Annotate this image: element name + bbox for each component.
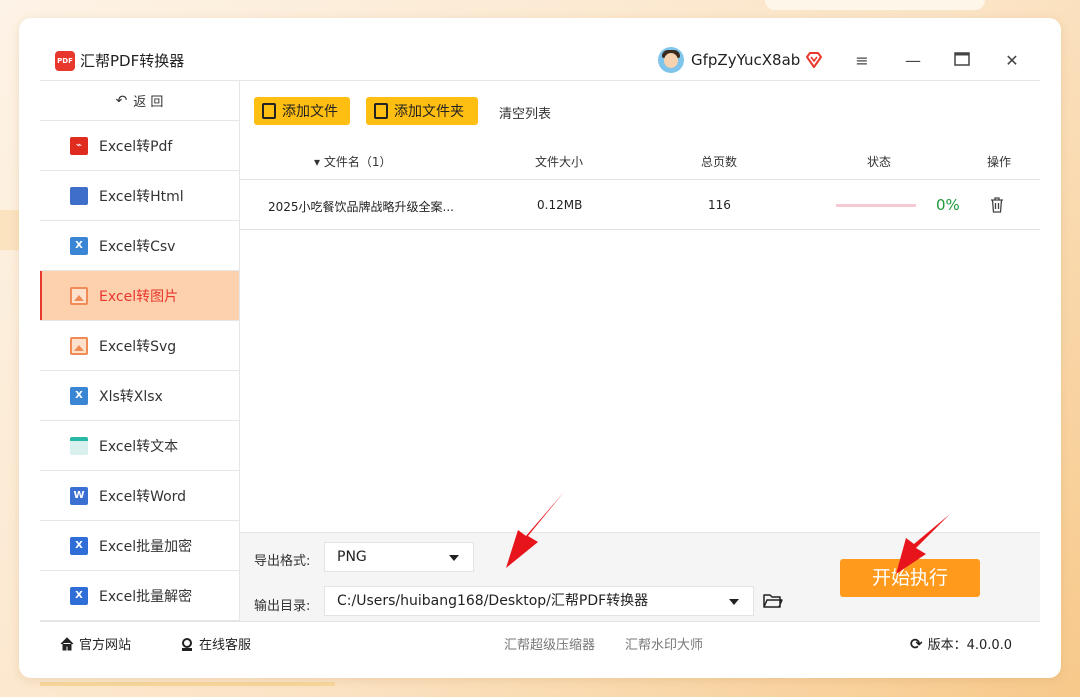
- sidebar: ↶ 返 回 ⌁ Excel转Pdf Excel转Html X Excel转Csv…: [40, 81, 240, 621]
- folder-add-icon: [374, 103, 388, 119]
- format-label: 导出格式:: [254, 554, 311, 569]
- sidebar-item-label: Excel转Html: [99, 188, 184, 205]
- add-file-label: 添加文件: [282, 104, 338, 120]
- maximize-icon[interactable]: [953, 52, 971, 70]
- page-count: 116: [708, 198, 731, 212]
- background-decoration: [765, 0, 985, 10]
- excel-icon: X: [70, 236, 88, 255]
- back-label: 返 回: [133, 95, 164, 110]
- start-button[interactable]: 开始执行: [840, 559, 980, 597]
- back-arrow-icon: ↶: [115, 92, 128, 109]
- sidebar-item-excel-to-text[interactable]: Excel转文本: [40, 421, 239, 471]
- header-size: 文件大小: [535, 155, 584, 169]
- sidebar-item-excel-encrypt[interactable]: X Excel批量加密: [40, 521, 239, 571]
- headset-icon: [182, 637, 192, 651]
- header-pages: 总页数: [701, 155, 738, 169]
- footer: 官方网站 在线客服 汇帮超级压缩器 汇帮水印大师 ⟳ 版本：4.0.0.0: [40, 621, 1040, 661]
- text-icon: [70, 436, 88, 455]
- toolbar: 添加文件 添加文件夹 清空列表: [240, 81, 1040, 134]
- header-name: 文件名（1）: [323, 155, 392, 169]
- progress-bar: [836, 204, 916, 207]
- word-icon: W: [70, 486, 88, 505]
- sidebar-item-label: Excel批量加密: [99, 538, 193, 555]
- background-decoration: [40, 682, 335, 686]
- sidebar-item-excel-decrypt[interactable]: X Excel批量解密: [40, 571, 239, 621]
- format-select[interactable]: PNG: [324, 542, 474, 572]
- file-name: 2025小吃餐饮品牌战略升级全案...: [268, 200, 454, 214]
- menu-icon[interactable]: ≡: [853, 52, 871, 70]
- xls-icon: X: [70, 586, 88, 605]
- version-info: ⟳ 版本：4.0.0.0: [910, 634, 1013, 654]
- compressor-link[interactable]: 汇帮超级压缩器: [504, 634, 595, 653]
- output-dir-select[interactable]: C:/Users/huibang168/Desktop/汇帮PDF转换器: [324, 586, 754, 616]
- format-value: PNG: [337, 549, 367, 565]
- clear-list-button[interactable]: 清空列表: [499, 103, 551, 122]
- chevron-down-icon: [729, 599, 739, 605]
- header-action: 操作: [987, 155, 1012, 169]
- sidebar-item-excel-to-csv[interactable]: X Excel转Csv: [40, 221, 239, 271]
- support-label: 在线客服: [199, 638, 252, 653]
- back-button[interactable]: ↶ 返 回: [40, 81, 239, 121]
- watermark-link[interactable]: 汇帮水印大师: [625, 634, 703, 653]
- sidebar-item-label: Excel转Pdf: [99, 138, 173, 155]
- html-icon: [70, 186, 88, 205]
- support-link[interactable]: 在线客服: [180, 634, 251, 653]
- app-logo-icon: PDF: [55, 51, 75, 71]
- sidebar-item-xls-to-xlsx[interactable]: X Xls转Xlsx: [40, 371, 239, 421]
- file-size: 0.12MB: [537, 198, 583, 212]
- website-link[interactable]: 官方网站: [60, 634, 131, 653]
- pdf-icon: ⌁: [70, 136, 88, 155]
- sidebar-item-label: Xls转Xlsx: [99, 388, 163, 405]
- vip-diamond-icon[interactable]: [805, 51, 823, 69]
- sidebar-item-excel-to-word[interactable]: W Excel转Word: [40, 471, 239, 521]
- image-icon: [70, 336, 88, 355]
- sidebar-item-excel-to-pdf[interactable]: ⌁ Excel转Pdf: [40, 121, 239, 171]
- version-label: 版本：4.0.0.0: [927, 638, 1013, 653]
- table-row[interactable]: 2025小吃餐饮品牌战略升级全案... 0.12MB 116 0%: [240, 180, 1040, 230]
- add-file-button[interactable]: 添加文件: [254, 97, 350, 125]
- username[interactable]: GfpZyYucX8ab: [691, 50, 800, 70]
- add-folder-label: 添加文件夹: [394, 104, 464, 120]
- sidebar-item-label: Excel转Csv: [99, 238, 176, 255]
- sidebar-item-label: Excel转图片: [99, 288, 179, 305]
- close-icon[interactable]: ✕: [1003, 52, 1021, 70]
- trash-icon[interactable]: [990, 197, 1004, 213]
- sidebar-item-excel-to-svg[interactable]: Excel转Svg: [40, 321, 239, 371]
- sidebar-item-excel-to-html[interactable]: Excel转Html: [40, 171, 239, 221]
- sidebar-item-excel-to-image[interactable]: Excel转图片: [40, 271, 239, 321]
- header-status: 状态: [867, 155, 892, 169]
- minimize-icon[interactable]: —: [904, 52, 922, 70]
- progress-percent: 0%: [936, 196, 960, 214]
- sidebar-item-label: Excel转Svg: [99, 338, 177, 355]
- file-list-area[interactable]: [240, 230, 1040, 532]
- home-icon: [60, 636, 74, 650]
- sidebar-item-label: Excel批量解密: [99, 588, 193, 605]
- add-folder-button[interactable]: 添加文件夹: [366, 97, 478, 125]
- file-icon: [262, 103, 276, 119]
- sidebar-item-label: Excel转文本: [99, 438, 179, 455]
- output-dir-label: 输出目录:: [254, 599, 311, 614]
- xls-icon: X: [70, 536, 88, 555]
- table-header: ▾ 文件名（1） 文件大小 总页数 状态 操作: [240, 134, 1040, 180]
- output-dir-value: C:/Users/huibang168/Desktop/汇帮PDF转换器: [337, 593, 649, 609]
- folder-icon[interactable]: [763, 593, 783, 609]
- sort-down-icon: ▾: [314, 155, 321, 169]
- app-window: PDF 汇帮PDF转换器 GfpZyYucX8ab ≡ — ✕ ↶ 返 回 ⌁ …: [19, 18, 1061, 678]
- image-icon: [70, 286, 88, 305]
- export-settings: 导出格式: PNG 输出目录: C:/Users/huibang168/Desk…: [240, 532, 1040, 621]
- title-bar: PDF 汇帮PDF转换器 GfpZyYucX8ab ≡ — ✕: [19, 18, 1061, 80]
- app-title: 汇帮PDF转换器: [80, 52, 185, 70]
- chevron-down-icon: [449, 555, 459, 561]
- sidebar-item-label: Excel转Word: [99, 488, 187, 505]
- excel-icon: X: [70, 386, 88, 405]
- refresh-icon[interactable]: ⟳: [910, 635, 923, 653]
- website-label: 官方网站: [79, 638, 132, 653]
- sort-name-header[interactable]: ▾ 文件名（1）: [314, 153, 392, 170]
- avatar[interactable]: [658, 47, 684, 73]
